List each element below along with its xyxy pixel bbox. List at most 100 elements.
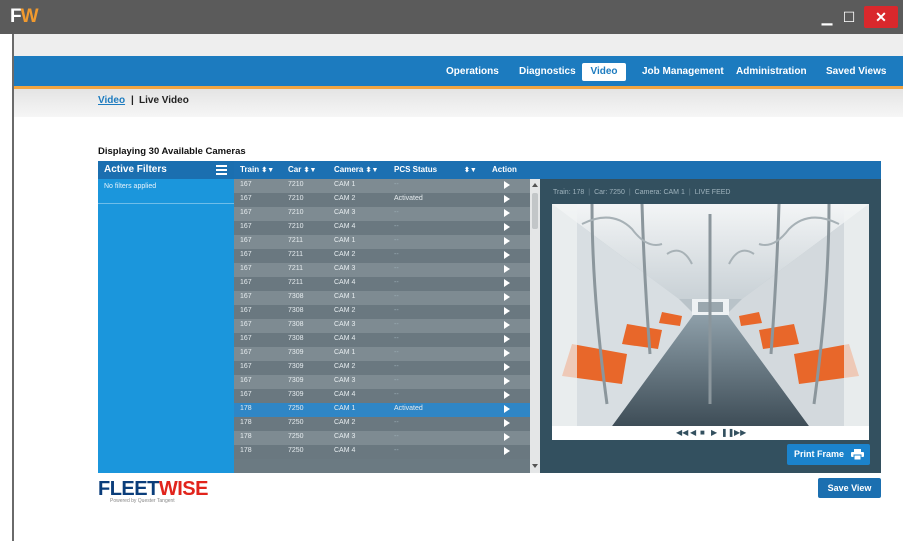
table-row[interactable]: 167 7211 CAM 2 -- [234,249,530,263]
nav-administration[interactable]: Administration [736,63,807,81]
save-view-button[interactable]: Save View [818,478,881,498]
cell-car: 7250 [288,447,304,454]
subnav-live-video-link[interactable]: Live Video [139,95,189,106]
fast-forward-icon[interactable]: ▶▶ [734,428,746,437]
play-video-icon[interactable] [504,251,510,259]
play-video-icon[interactable] [504,293,510,301]
nav-operations[interactable]: Operations [446,63,499,81]
active-filters-panel: Active Filters No filters applied [98,161,234,473]
sort-filter-icon[interactable]: ⬍▼ [261,167,274,174]
cell-camera: CAM 2 [334,363,356,370]
brand-tagline: Powered by Quester Tangent [110,498,175,504]
cell-camera: CAM 2 [334,307,356,314]
sort-filter-icon[interactable]: ⬍▼ [464,167,477,174]
table-row[interactable]: 167 7308 CAM 3 -- [234,319,530,333]
printer-icon [851,449,864,460]
fleetwise-app: FW ▁ ☐ ✕ Operations Diagnostics Video Jo… [0,0,903,541]
play-video-icon[interactable] [504,279,510,287]
table-row[interactable]: 167 7211 CAM 4 -- [234,277,530,291]
table-row[interactable]: 167 7210 CAM 1 -- [234,179,530,193]
cell-camera: CAM 2 [334,195,356,202]
scroll-up-arrow-icon[interactable] [532,183,538,187]
scroll-down-arrow-icon[interactable] [532,464,538,468]
table-row[interactable]: 167 7308 CAM 4 -- [234,333,530,347]
play-video-icon[interactable] [504,391,510,399]
table-scrollbar[interactable] [530,179,540,473]
play-video-icon[interactable] [504,433,510,441]
hamburger-menu-icon[interactable] [216,165,227,175]
play-video-icon[interactable] [504,307,510,315]
cell-pcs-status: -- [394,279,399,286]
cell-pcs-status: -- [394,293,399,300]
step-back-icon[interactable]: ◀ [690,428,696,437]
cell-train: 167 [240,279,252,286]
table-row[interactable]: 167 7211 CAM 1 -- [234,235,530,249]
column-car[interactable]: Car ⬍▼ [288,165,316,174]
column-pcs-status-sort[interactable]: ⬍▼ [464,165,477,174]
column-train[interactable]: Train ⬍▼ [240,165,274,174]
top-navigation: Operations Diagnostics Video Job Managem… [14,56,903,86]
scroll-thumb[interactable] [532,193,538,229]
rewind-icon[interactable]: ◀◀ [676,428,688,437]
maximize-button[interactable]: ☐ [840,6,858,28]
table-row[interactable]: 167 7309 CAM 3 -- [234,375,530,389]
sort-filter-icon[interactable]: ⬍▼ [304,167,317,174]
cell-camera: CAM 4 [334,279,356,286]
sort-filter-icon[interactable]: ⬍▼ [366,167,379,174]
play-video-icon[interactable] [504,223,510,231]
play-video-icon[interactable] [504,321,510,329]
video-frame[interactable] [552,204,869,426]
play-video-icon[interactable] [504,405,510,413]
minimize-button[interactable]: ▁ [818,6,836,28]
table-row[interactable]: 167 7309 CAM 4 -- [234,389,530,403]
play-video-icon[interactable] [504,447,510,455]
play-video-icon[interactable] [504,335,510,343]
table-row[interactable]: 167 7210 CAM 3 -- [234,207,530,221]
camera-table-header: Train ⬍▼ Car ⬍▼ Camera ⬍▼ PCS Status ⬍▼ … [234,161,540,179]
table-row[interactable]: 167 7309 CAM 2 -- [234,361,530,375]
filters-divider [98,203,234,204]
column-camera[interactable]: Camera ⬍▼ [334,165,378,174]
play-video-icon[interactable] [504,349,510,357]
cell-camera: CAM 1 [334,237,356,244]
cell-camera: CAM 4 [334,223,356,230]
cell-camera: CAM 4 [334,391,356,398]
nav-saved-views[interactable]: Saved Views [826,63,886,81]
title-bar: FW ▁ ☐ ✕ [0,0,903,34]
play-video-icon[interactable] [504,209,510,217]
cell-camera: CAM 4 [334,447,356,454]
pause-icon[interactable]: ❚❚ [721,428,734,437]
table-row[interactable]: 167 7309 CAM 1 -- [234,347,530,361]
table-row[interactable]: 178 7250 CAM 4 -- [234,445,530,459]
table-row[interactable]: 167 7308 CAM 2 -- [234,305,530,319]
nav-job-management[interactable]: Job Management [642,63,724,81]
table-row[interactable]: 167 7210 CAM 2 Activated [234,193,530,207]
nav-video[interactable]: Video [582,63,626,81]
table-row[interactable]: 167 7211 CAM 3 -- [234,263,530,277]
feed-train: Train: 178 [553,189,585,196]
close-button[interactable]: ✕ [864,6,898,28]
play-video-icon[interactable] [504,377,510,385]
play-video-icon[interactable] [504,181,510,189]
cell-camera: CAM 3 [334,209,356,216]
column-pcs-status[interactable]: PCS Status [394,165,437,174]
table-row[interactable]: 167 7210 CAM 4 -- [234,221,530,235]
table-row[interactable]: 178 7250 CAM 1 Activated [234,403,530,417]
cell-train: 167 [240,265,252,272]
play-video-icon[interactable] [504,419,510,427]
feed-camera: Camera: CAM 1 [634,189,685,196]
subnav-video-link[interactable]: Video [98,95,125,106]
stop-icon[interactable]: ■ [700,428,705,437]
play-video-icon[interactable] [504,195,510,203]
nav-diagnostics[interactable]: Diagnostics [519,63,576,81]
cell-camera: CAM 3 [334,433,356,440]
table-row[interactable]: 167 7308 CAM 1 -- [234,291,530,305]
table-row[interactable]: 178 7250 CAM 2 -- [234,417,530,431]
play-video-icon[interactable] [504,265,510,273]
print-frame-button[interactable]: Print Frame [787,444,870,465]
play-video-icon[interactable] [504,363,510,371]
cell-camera: CAM 3 [334,377,356,384]
play-icon[interactable]: ▶ [711,428,717,437]
table-row[interactable]: 178 7250 CAM 3 -- [234,431,530,445]
play-video-icon[interactable] [504,237,510,245]
